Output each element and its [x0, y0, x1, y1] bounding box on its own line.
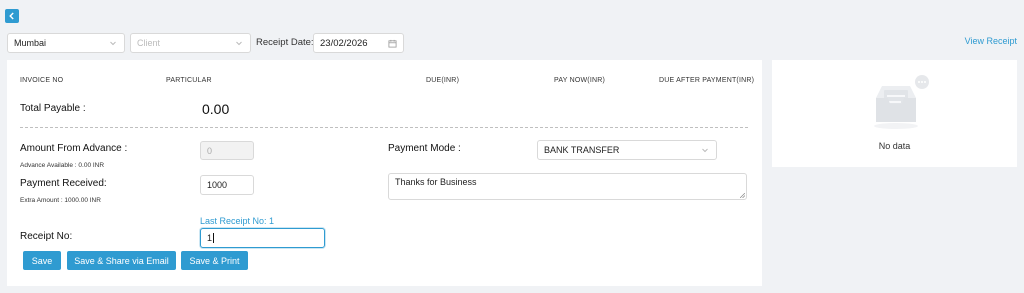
notes-textarea[interactable]: Thanks for Business [388, 173, 747, 200]
client-select[interactable]: Client [130, 33, 251, 53]
save-share-email-button[interactable]: Save & Share via Email [67, 251, 176, 270]
client-select-placeholder: Client [137, 38, 161, 48]
total-payable-value: 0.00 [202, 101, 230, 117]
receipt-date-value: 23/02/2026 [320, 37, 368, 49]
chevron-down-icon [702, 148, 708, 153]
save-button[interactable]: Save [23, 251, 61, 270]
location-select[interactable]: Mumbai [7, 33, 125, 53]
total-payable-label: Total Payable : [20, 103, 86, 114]
receipt-date-label: Receipt Date: [256, 37, 314, 48]
last-receipt-link[interactable]: Last Receipt No: 1 [200, 216, 274, 226]
amount-from-advance-value: 0 [207, 145, 213, 156]
amount-from-advance-input[interactable]: 0 [200, 141, 254, 160]
section-divider [20, 127, 748, 128]
col-header-due: DUE(INR) [426, 77, 460, 84]
receipt-no-label: Receipt No: [20, 231, 73, 242]
empty-inbox-icon [868, 74, 932, 132]
receipt-date-input[interactable]: 23/02/2026 [313, 33, 404, 53]
col-header-due-after-payment: DUE AFTER PAYMENT(INR) [659, 77, 755, 84]
payment-mode-label: Payment Mode : [388, 143, 461, 154]
location-select-value: Mumbai [14, 38, 47, 48]
col-header-particular: PARTICULAR [166, 77, 212, 84]
text-cursor [213, 233, 215, 243]
resize-handle-icon[interactable] [740, 193, 745, 198]
payment-received-input[interactable]: 1000 [200, 175, 254, 195]
payment-received-value: 1000 [207, 180, 228, 190]
chevron-down-icon [110, 41, 116, 46]
back-button[interactable] [5, 9, 19, 23]
notes-value: Thanks for Business [395, 177, 477, 187]
payment-received-label: Payment Received: [20, 178, 107, 189]
col-header-invoice-no: INVOICE NO [20, 77, 64, 84]
receipt-no-value: 1 [207, 233, 213, 243]
chevron-down-icon [236, 41, 242, 46]
calendar-icon [388, 39, 397, 48]
chevron-left-icon [9, 12, 14, 20]
extra-amount-text: Extra Amount : 1000.00 INR [20, 197, 101, 204]
receipt-no-input[interactable]: 1 [200, 228, 325, 248]
amount-from-advance-label: Amount From Advance : [20, 143, 128, 154]
save-print-button[interactable]: Save & Print [181, 251, 248, 270]
col-header-pay-now: PAY NOW(INR) [554, 77, 606, 84]
view-receipt-link[interactable]: View Receipt [965, 36, 1017, 46]
empty-state-text: No data [878, 141, 911, 151]
payment-mode-select[interactable]: BANK TRANSFER [537, 140, 717, 160]
payment-mode-value: BANK TRANSFER [544, 145, 620, 155]
advance-available-text: Advance Available : 0.00 INR [20, 162, 105, 169]
